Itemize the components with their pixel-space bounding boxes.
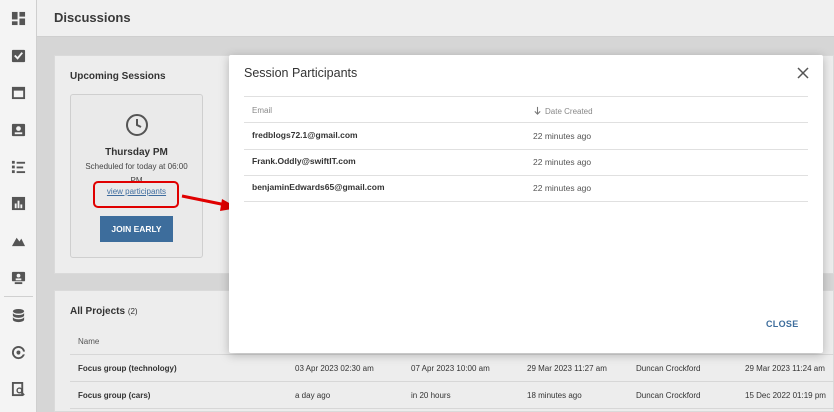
participant-date: 22 minutes ago — [533, 157, 592, 167]
project-cell: 07 Apr 2023 10:00 am — [411, 364, 490, 373]
table-row[interactable]: Focus group (cars) a day ago in 20 hours… — [70, 382, 834, 409]
session-name: Thursday PM — [105, 147, 168, 158]
column-header-date-created[interactable]: Date Created — [533, 106, 593, 116]
chart-icon[interactable] — [11, 196, 26, 211]
upcoming-sessions-title: Upcoming Sessions — [70, 71, 166, 82]
contacts-icon[interactable] — [11, 122, 26, 137]
project-cell: 29 Mar 2023 11:24 am — [745, 364, 825, 373]
project-cell: 29 Mar 2023 11:27 am — [527, 364, 607, 373]
project-cell: a day ago — [295, 391, 331, 400]
project-name[interactable]: Focus group (cars) — [78, 391, 150, 400]
search-document-icon[interactable] — [11, 382, 26, 397]
column-header-email[interactable]: Email — [252, 106, 272, 115]
close-button[interactable]: CLOSE — [766, 319, 799, 329]
project-cell: 03 Apr 2023 02:30 am — [295, 364, 374, 373]
all-projects-count: (2) — [127, 307, 138, 316]
mountain-icon[interactable] — [11, 233, 26, 248]
session-participants-modal: Session Participants Email Date Created … — [229, 55, 823, 353]
participant-date: 22 minutes ago — [533, 131, 592, 141]
tasks-icon[interactable] — [11, 48, 26, 63]
all-projects-title: All Projects (2) — [70, 306, 138, 317]
project-cell: in 20 hours — [411, 391, 451, 400]
column-header-name[interactable]: Name — [78, 337, 99, 346]
page-title: Discussions — [54, 10, 131, 25]
sidebar-divider — [4, 296, 33, 297]
participant-email: benjaminEdwards65@gmail.com — [252, 182, 385, 192]
close-icon[interactable] — [795, 66, 811, 82]
participant-email: fredblogs72.1@gmail.com — [252, 130, 358, 140]
all-projects-label: All Projects — [70, 306, 126, 317]
sidebar — [0, 0, 37, 412]
modal-title: Session Participants — [244, 66, 358, 80]
table-row[interactable]: Focus group (technology) 03 Apr 2023 02:… — [70, 355, 834, 382]
modal-divider — [244, 96, 808, 97]
page-header: Discussions — [37, 0, 834, 37]
calendar-icon[interactable] — [11, 85, 26, 100]
clock-icon — [126, 114, 148, 136]
project-cell: Duncan Crockford — [636, 364, 701, 373]
sort-down-arrow-icon — [534, 106, 541, 115]
database-icon[interactable] — [11, 308, 26, 323]
participant-email: Frank.Oddly@swiftIT.com — [252, 156, 356, 166]
project-cell: 18 minutes ago — [527, 391, 582, 400]
project-name[interactable]: Focus group (technology) — [78, 364, 177, 373]
presentation-icon[interactable] — [11, 270, 26, 285]
join-early-button[interactable]: JOIN EARLY — [100, 216, 173, 242]
dashboard-icon[interactable] — [11, 11, 26, 26]
row-divider — [244, 149, 808, 150]
date-created-label: Date Created — [545, 107, 593, 116]
annotation-highlight — [93, 181, 179, 208]
list-icon[interactable] — [11, 159, 26, 174]
row-divider — [244, 201, 808, 202]
at-sign-icon[interactable] — [11, 345, 26, 360]
row-divider — [244, 122, 808, 123]
session-card: Thursday PM Scheduled for today at 06:00… — [70, 94, 203, 258]
project-cell: 15 Dec 2022 01:19 pm — [745, 391, 826, 400]
row-divider — [244, 175, 808, 176]
project-cell: Duncan Crockford — [636, 391, 701, 400]
participant-date: 22 minutes ago — [533, 183, 592, 193]
